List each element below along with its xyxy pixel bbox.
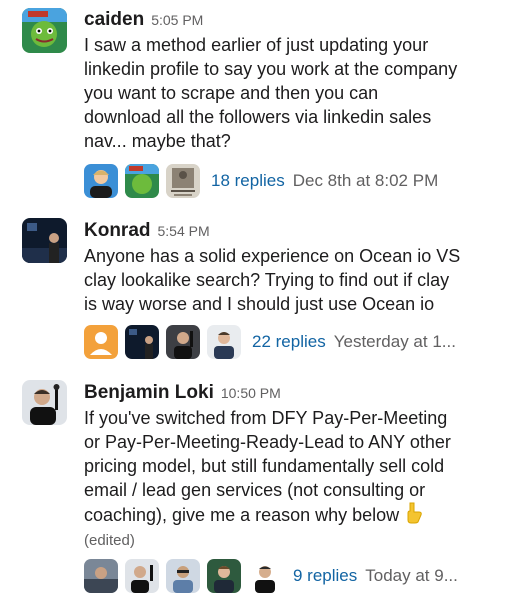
avatar-caiden[interactable] [22, 8, 67, 53]
last-reply-time: Today at 9... [365, 566, 458, 585]
timestamp[interactable]: 10:50 PM [221, 385, 281, 401]
avatar-konrad[interactable] [22, 218, 67, 263]
edited-label: (edited) [84, 532, 135, 549]
message-text: If you've switched from DFY Pay-Per-Meet… [84, 406, 504, 552]
participant-avatar [84, 164, 118, 198]
message-feed: caiden 5:05 PM I saw a method earlier of… [0, 0, 512, 607]
thread-summary[interactable]: 22 replies Yesterday at 1... [84, 322, 456, 362]
participant-avatar [84, 325, 118, 359]
author-name[interactable]: Benjamin Loki [84, 382, 214, 404]
last-reply-time: Dec 8th at 8:02 PM [292, 171, 439, 190]
participant-avatar [166, 164, 200, 198]
timestamp[interactable]: 5:05 PM [151, 12, 203, 28]
thread-summary[interactable]: 9 replies Today at 9... [84, 556, 458, 596]
replies-link[interactable]: 18 replies [211, 171, 285, 191]
thread-summary[interactable]: 18 replies Dec 8th at 8:02 PM [84, 161, 438, 201]
avatar-benjamin-loki[interactable] [22, 380, 67, 425]
author-name[interactable]: caiden [84, 9, 144, 31]
thread-participants [84, 325, 248, 359]
thread-participants [84, 164, 207, 198]
participant-avatar [84, 559, 118, 593]
participant-avatar [166, 325, 200, 359]
participant-avatar [125, 325, 159, 359]
participant-avatar [166, 559, 200, 593]
thread-participants [84, 559, 289, 593]
last-reply-time: Yesterday at 1... [333, 332, 456, 351]
author-name[interactable]: Konrad [84, 220, 151, 242]
participant-avatar [207, 325, 241, 359]
replies-link[interactable]: 22 replies [252, 332, 326, 352]
message-text: I saw a method earlier of just updating … [84, 35, 458, 151]
participant-avatar [207, 559, 241, 593]
participant-avatar [125, 559, 159, 593]
participant-avatar [125, 164, 159, 198]
message-text: Anyone has a solid experience on Ocean i… [84, 246, 461, 314]
timestamp[interactable]: 5:54 PM [158, 223, 210, 239]
point-down-emoji [405, 502, 423, 530]
replies-link[interactable]: 9 replies [293, 566, 357, 586]
participant-avatar [248, 559, 282, 593]
